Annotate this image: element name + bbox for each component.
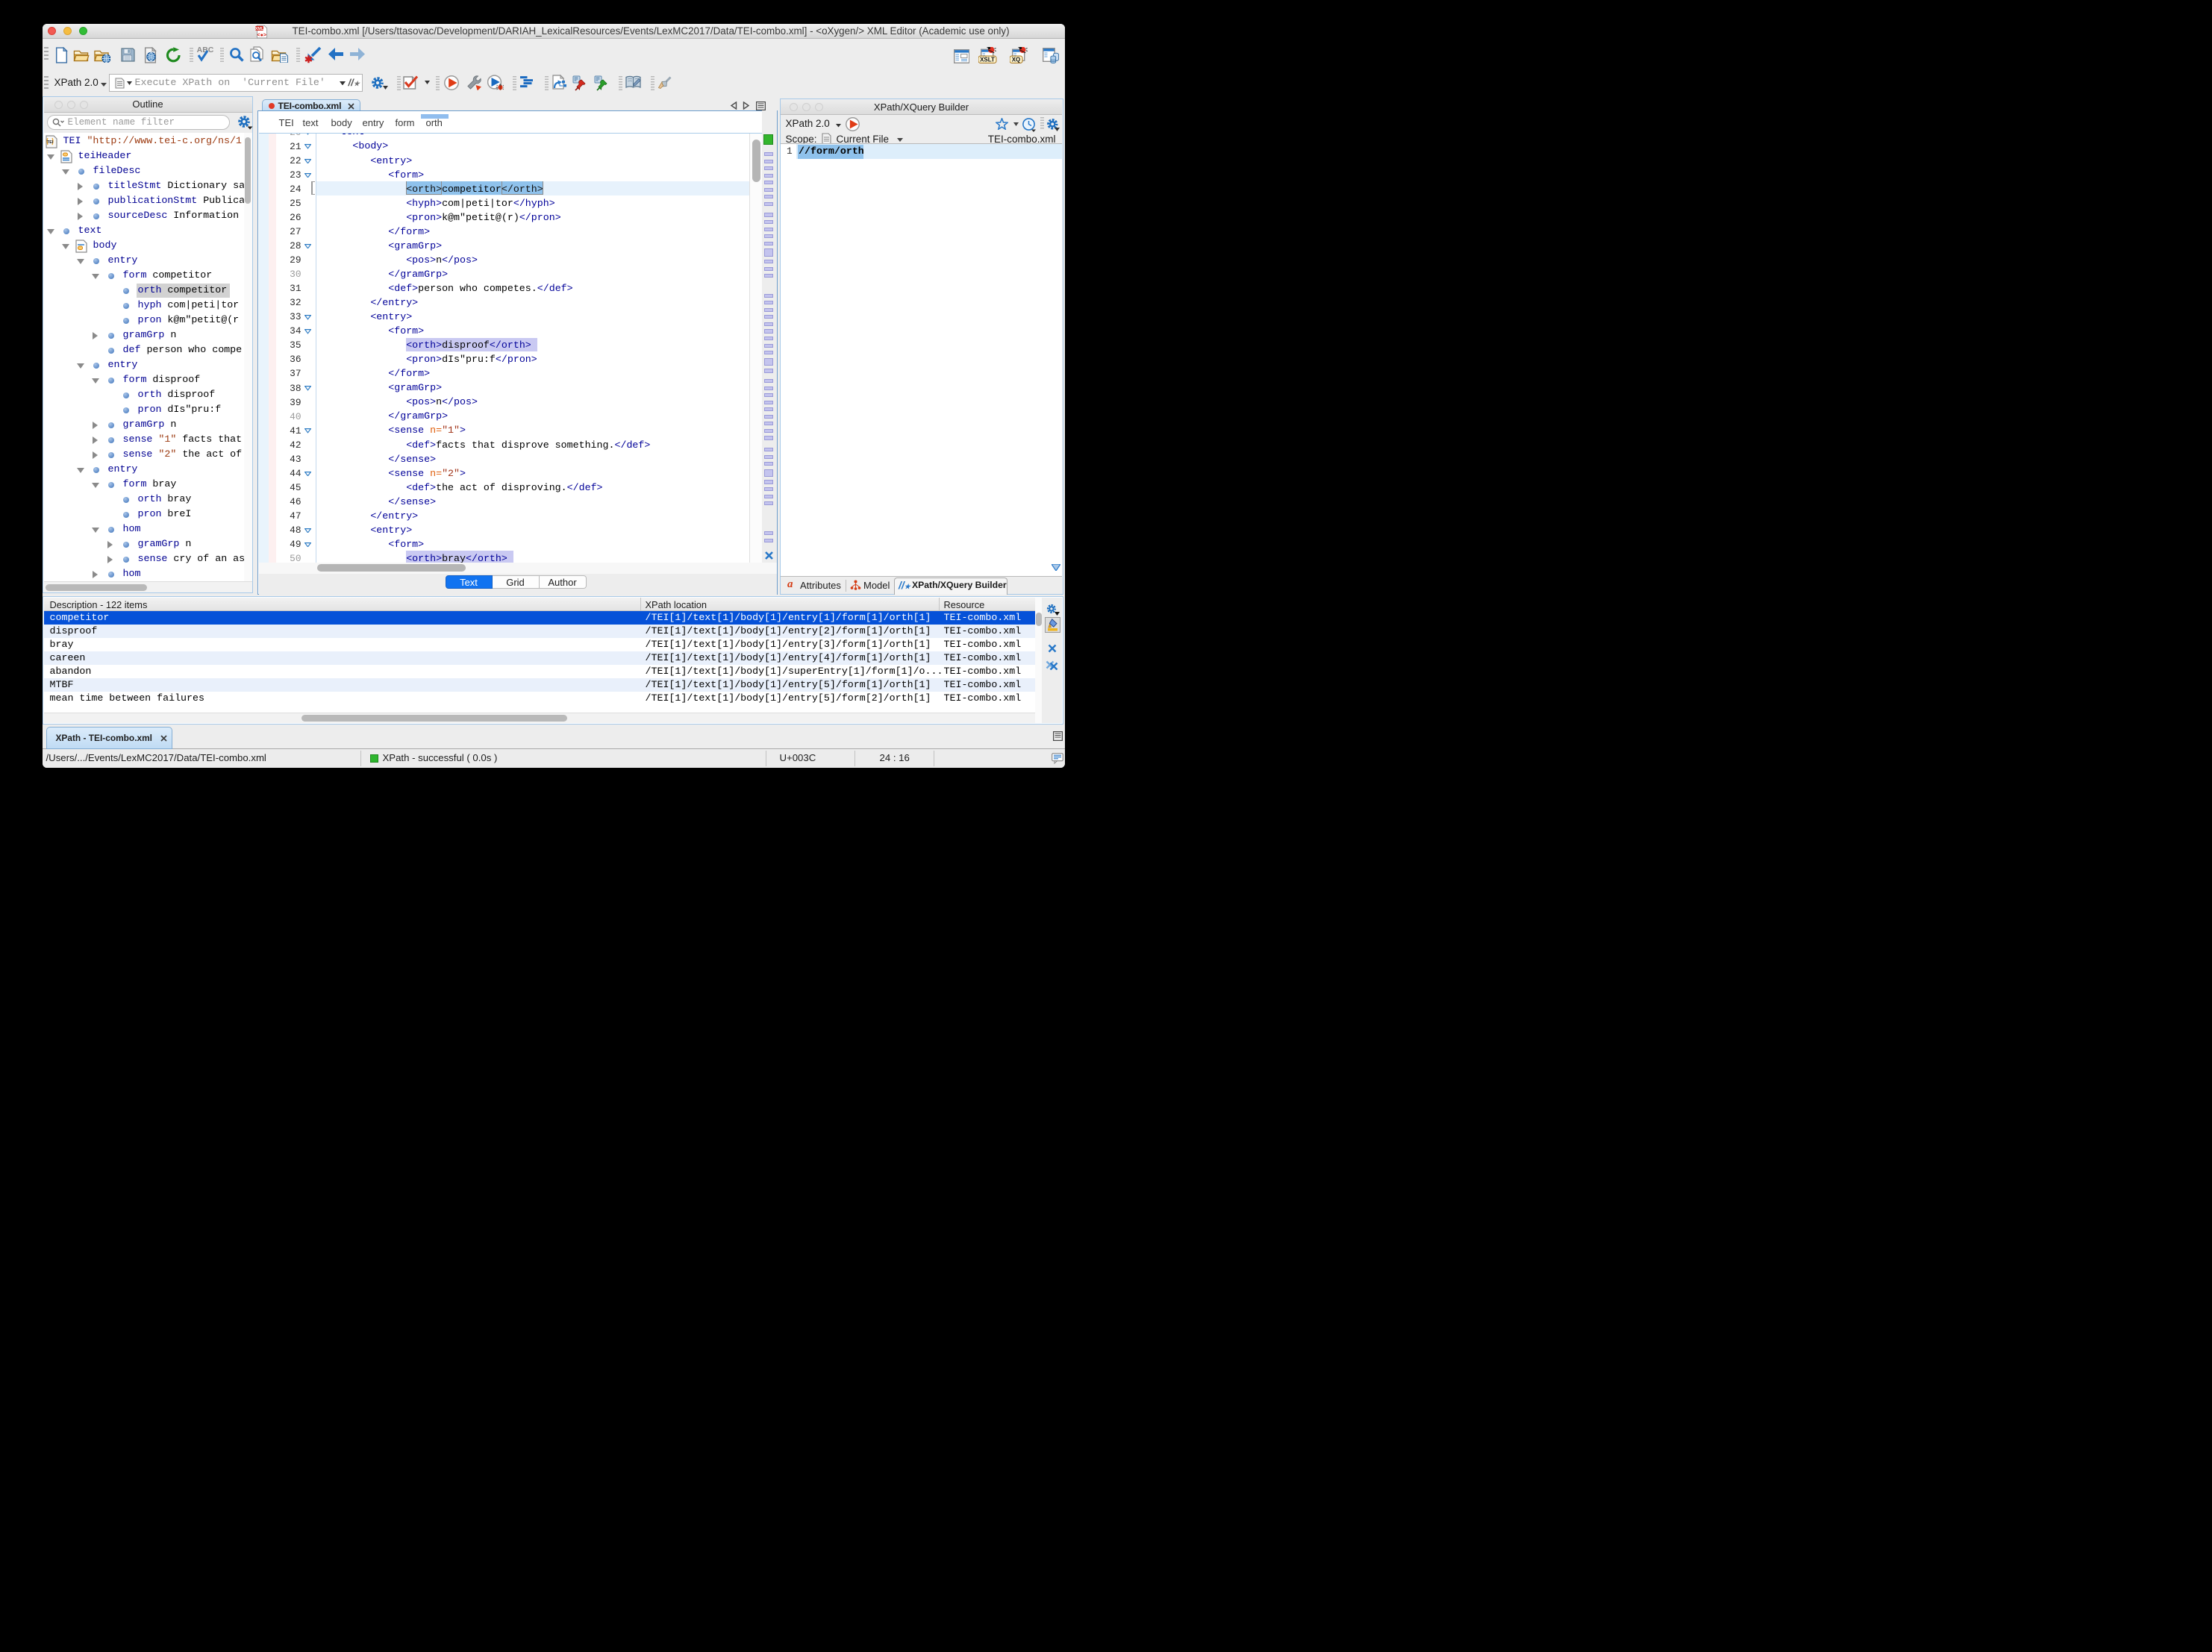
svg-text:<●>: <●> bbox=[257, 31, 266, 37]
svg-text:TEI: TEI bbox=[46, 140, 53, 145]
svg-text:XSLT: XSLT bbox=[980, 57, 995, 63]
svg-text:✱: ✱ bbox=[304, 54, 313, 63]
svg-text:XQ: XQ bbox=[1011, 57, 1020, 63]
svg-text:XML: XML bbox=[254, 27, 263, 31]
